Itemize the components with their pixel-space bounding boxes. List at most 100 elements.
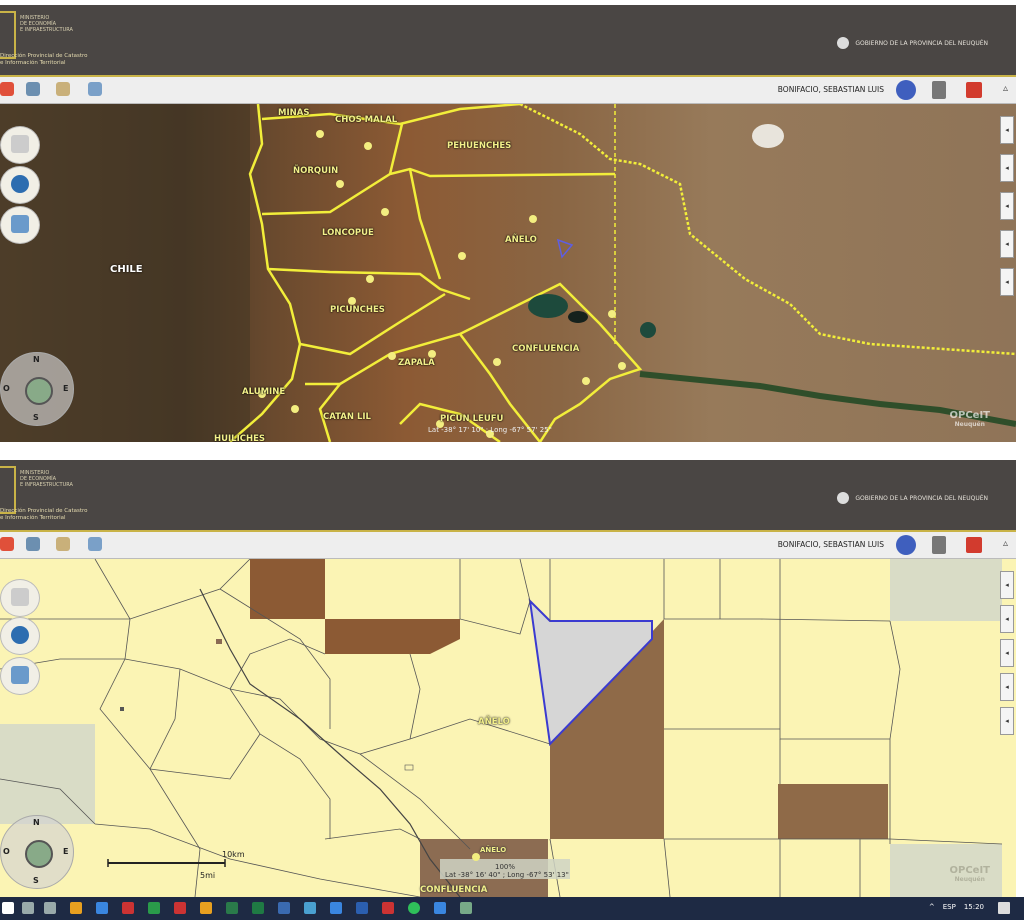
- language-indicator[interactable]: ESP: [943, 903, 956, 911]
- right-panel-tab[interactable]: ◂: [1000, 639, 1014, 667]
- locality-dot: [428, 350, 436, 358]
- right-panel-tab[interactable]: ◂: [1000, 154, 1014, 182]
- excel-icon[interactable]: [252, 902, 264, 914]
- app-icon[interactable]: [174, 902, 186, 914]
- compass-navigator[interactable]: N S E O: [0, 815, 74, 889]
- right-panel-tab[interactable]: ◂: [1000, 707, 1014, 735]
- compass-east: E: [63, 384, 69, 393]
- label-anelo-town: AÑELO: [480, 846, 507, 854]
- basemap-button[interactable]: [0, 166, 40, 204]
- label-norquin: ÑORQUIN: [293, 166, 339, 176]
- map-parcels[interactable]: AÑELO AÑELO CONFLUENCIA 100% Lat -38° 16…: [0, 559, 1016, 897]
- watermark-main: OPCeIT: [949, 410, 991, 421]
- layers-icon: [11, 135, 29, 153]
- app-icon[interactable]: [460, 902, 472, 914]
- exit-icon[interactable]: [966, 82, 982, 98]
- ministry-name: MINISTERIO DE ECONOMÍA E INFRAESTRUCTURA: [20, 15, 73, 33]
- document-tool-icon[interactable]: [56, 537, 70, 551]
- tray-expand-icon[interactable]: ^: [929, 903, 935, 911]
- globe-tool-icon[interactable]: [26, 537, 40, 551]
- right-panel-tab[interactable]: ◂: [1000, 192, 1014, 220]
- label-picunches: PICUNCHES: [330, 305, 385, 315]
- layers-button[interactable]: [0, 126, 40, 164]
- chart-tool-icon[interactable]: [88, 82, 102, 96]
- locality-dot: [348, 297, 356, 305]
- right-panel-tab[interactable]: ◂: [1000, 571, 1014, 599]
- locality-dot: [582, 377, 590, 385]
- selected-parcel-marker[interactable]: [556, 238, 574, 259]
- right-panel-tab[interactable]: ◂: [1000, 605, 1014, 633]
- zoom-level: 100%: [495, 863, 516, 871]
- search-icon[interactable]: [22, 902, 34, 914]
- chart-tool-icon[interactable]: [88, 537, 102, 551]
- pdf-icon[interactable]: [382, 902, 394, 914]
- user-name[interactable]: BONIFACIO, SEBASTIAN LUIS: [778, 540, 884, 549]
- task-view-icon[interactable]: [44, 902, 56, 914]
- lifebuoy-icon[interactable]: [0, 82, 14, 96]
- right-panel-tab[interactable]: ◂: [1000, 268, 1014, 296]
- label-minas: MINAS: [278, 108, 310, 118]
- satellite-patch: [250, 559, 325, 619]
- building-icon: [11, 666, 29, 684]
- app-icon[interactable]: [434, 902, 446, 914]
- watermark-sub: Neuquén: [954, 421, 985, 428]
- small-parcel: [216, 639, 222, 644]
- app-icon[interactable]: [70, 902, 82, 914]
- buildings-button[interactable]: [0, 657, 40, 695]
- label-pehuenches: PEHUENCHES: [447, 141, 512, 151]
- right-panel-tab[interactable]: ◂: [1000, 230, 1014, 258]
- building-icon: [11, 215, 29, 233]
- coordinates-readout: Lat -38° 17' 10" ; Long -67° 57' 25": [428, 426, 552, 434]
- whatsapp-icon[interactable]: [408, 902, 420, 914]
- lake: [640, 322, 656, 338]
- collapse-icon[interactable]: ▵: [1003, 538, 1008, 549]
- app-icon[interactable]: [278, 902, 290, 914]
- user-avatar-icon[interactable]: [896, 535, 916, 555]
- start-icon[interactable]: [2, 902, 14, 914]
- layers-icon: [11, 588, 29, 606]
- compass-navigator[interactable]: N S E O: [0, 352, 74, 426]
- parcel-lines: [0, 559, 1003, 897]
- screenshot-parcel-view: MINISTERIO DE ECONOMÍA E INFRAESTRUCTURA…: [0, 460, 1016, 897]
- label-chile: CHILE: [110, 264, 143, 275]
- right-panel-tab[interactable]: ◂: [1000, 673, 1014, 701]
- government-text: GOBIERNO DE LA PROVINCIA DEL NEUQUÉN: [855, 494, 988, 502]
- lifebuoy-icon[interactable]: [0, 537, 14, 551]
- basemap-button[interactable]: [0, 617, 40, 655]
- tools-icon[interactable]: [932, 536, 946, 554]
- scale-mi: 5mi: [200, 871, 216, 880]
- boundary: [267, 267, 471, 301]
- department-boundaries: [0, 104, 1016, 442]
- clock[interactable]: 15:20: [964, 903, 984, 911]
- satellite-patch: [778, 784, 888, 839]
- browser-icon[interactable]: [96, 902, 108, 914]
- tools-icon[interactable]: [932, 81, 946, 99]
- chrome-icon[interactable]: [200, 902, 212, 914]
- app-icon[interactable]: [330, 902, 342, 914]
- government-label: GOBIERNO DE LA PROVINCIA DEL NEUQUÉN: [837, 492, 988, 504]
- document-tool-icon[interactable]: [56, 82, 70, 96]
- word-icon[interactable]: [356, 902, 368, 914]
- app-icon[interactable]: [148, 902, 160, 914]
- map-satellite[interactable]: MINAS CHOS MALAL PEHUENCHES ÑORQUIN LONC…: [0, 104, 1016, 442]
- user-avatar-icon[interactable]: [896, 80, 916, 100]
- layers-button[interactable]: [0, 579, 40, 617]
- locality-dot: [493, 358, 501, 366]
- user-name[interactable]: BONIFACIO, SEBASTIAN LUIS: [778, 85, 884, 94]
- ministry-name: MINISTERIO DE ECONOMÍA E INFRAESTRUCTURA: [20, 470, 73, 488]
- logo-mark: [0, 466, 16, 514]
- compass-west: O: [3, 847, 10, 856]
- globe-tool-icon[interactable]: [26, 82, 40, 96]
- buildings-button[interactable]: [0, 206, 40, 244]
- app-icon[interactable]: [122, 902, 134, 914]
- app-icon[interactable]: [226, 902, 238, 914]
- label-chos-malal: CHOS MALAL: [335, 115, 398, 125]
- locality-dot: [291, 405, 299, 413]
- boundary: [408, 168, 442, 280]
- exit-icon[interactable]: [966, 537, 982, 553]
- app-icon[interactable]: [304, 902, 316, 914]
- right-panel-tab[interactable]: ◂: [1000, 116, 1014, 144]
- collapse-icon[interactable]: ▵: [1003, 83, 1008, 94]
- notification-icon[interactable]: [998, 902, 1010, 914]
- label-picun-leufu: PICUN LEUFU: [440, 414, 504, 424]
